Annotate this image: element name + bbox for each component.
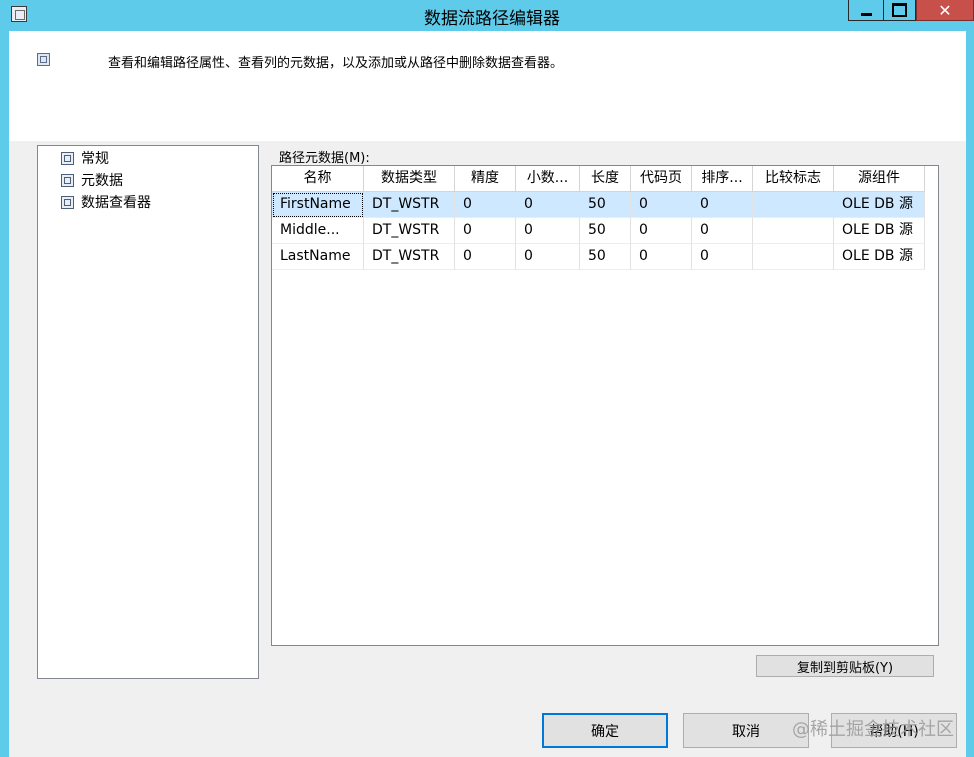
nav-item-label: 常规 — [81, 151, 109, 167]
table-row[interactable]: FirstName DT_WSTR 0 0 50 0 0 OLE DB 源 — [272, 192, 925, 218]
grid-cell[interactable]: OLE DB 源 — [834, 218, 925, 244]
column-header[interactable]: 数据类型 — [364, 166, 455, 192]
grid-cell[interactable]: 0 — [692, 244, 753, 270]
grid-cell[interactable]: 50 — [580, 218, 631, 244]
grid-cell[interactable]: 0 — [516, 244, 580, 270]
grid-caption: 路径元数据(M): — [279, 151, 370, 166]
grid-cell[interactable]: 0 — [631, 218, 692, 244]
title-bar[interactable]: 数据流路径编辑器 ✕ — [0, 0, 974, 31]
grid-cell[interactable]: 50 — [580, 192, 631, 218]
column-header[interactable]: 比较标志 — [753, 166, 834, 192]
cancel-button[interactable]: 取消 — [683, 713, 809, 748]
grid-cell[interactable]: 0 — [516, 192, 580, 218]
window-frame-left — [0, 0, 9, 757]
metadata-grid[interactable]: 名称 数据类型 精度 小数... 长度 代码页 排序... 比较标志 源组件 F… — [271, 165, 939, 646]
grid-cell[interactable]: 0 — [455, 192, 516, 218]
column-header[interactable]: 源组件 — [834, 166, 925, 192]
minimize-icon — [860, 12, 872, 16]
dialog-header: 查看和编辑路径属性、查看列的元数据，以及添加或从路径中删除数据查看器。 — [9, 31, 966, 141]
column-header[interactable]: 排序... — [692, 166, 753, 192]
grid-cell[interactable] — [753, 192, 834, 218]
column-header[interactable]: 精度 — [455, 166, 516, 192]
window-frame-right — [966, 0, 974, 757]
minimize-button[interactable] — [848, 0, 884, 21]
nav-item-label: 元数据 — [81, 173, 123, 189]
property-page-icon — [61, 151, 74, 165]
table-row[interactable]: LastName DT_WSTR 0 0 50 0 0 OLE DB 源 — [272, 244, 925, 270]
watermark: @稀土掘金技术社区 — [792, 719, 954, 740]
nav-item-general[interactable]: 常规 — [61, 148, 109, 168]
grid-header-row: 名称 数据类型 精度 小数... 长度 代码页 排序... 比较标志 源组件 — [272, 166, 925, 192]
grid-cell[interactable]: 0 — [692, 218, 753, 244]
dialog-description: 查看和编辑路径属性、查看列的元数据，以及添加或从路径中删除数据查看器。 — [108, 56, 564, 71]
maximize-button[interactable] — [883, 0, 916, 21]
property-page-icon — [61, 195, 74, 209]
column-header[interactable]: 长度 — [580, 166, 631, 192]
nav-item-metadata[interactable]: 元数据 — [61, 170, 123, 190]
grid-cell[interactable]: 0 — [455, 244, 516, 270]
grid-cell[interactable]: 0 — [631, 192, 692, 218]
nav-item-label: 数据查看器 — [81, 195, 151, 211]
grid-cell[interactable]: OLE DB 源 — [834, 244, 925, 270]
column-header[interactable]: 代码页 — [631, 166, 692, 192]
grid-cell[interactable]: 0 — [631, 244, 692, 270]
ok-button[interactable]: 确定 — [542, 713, 668, 748]
grid-cell[interactable]: 0 — [455, 218, 516, 244]
navigation-tree: 常规 元数据 数据查看器 — [37, 145, 259, 679]
column-header[interactable]: 名称 — [272, 166, 364, 192]
window-title: 数据流路径编辑器 — [424, 9, 560, 29]
grid-cell[interactable] — [753, 244, 834, 270]
property-page-icon — [61, 173, 74, 187]
grid-cell[interactable]: Middle... — [272, 218, 364, 244]
maximize-icon — [892, 3, 907, 17]
close-icon: ✕ — [938, 0, 952, 20]
grid-cell[interactable]: OLE DB 源 — [834, 192, 925, 218]
dialog-icon — [37, 53, 50, 66]
copy-to-clipboard-button[interactable]: 复制到剪贴板(Y) — [756, 655, 934, 677]
dialog-body: 查看和编辑路径属性、查看列的元数据，以及添加或从路径中删除数据查看器。 常规 元… — [9, 31, 966, 757]
grid-cell[interactable]: LastName — [272, 244, 364, 270]
grid-cell[interactable]: DT_WSTR — [364, 244, 455, 270]
grid-cell[interactable]: FirstName — [272, 192, 364, 218]
nav-item-data-viewers[interactable]: 数据查看器 — [61, 192, 151, 212]
close-button[interactable]: ✕ — [916, 0, 974, 21]
grid-cell[interactable] — [753, 218, 834, 244]
column-header[interactable]: 小数... — [516, 166, 580, 192]
grid-cell[interactable]: DT_WSTR — [364, 192, 455, 218]
table-row[interactable]: Middle... DT_WSTR 0 0 50 0 0 OLE DB 源 — [272, 218, 925, 244]
grid-cell[interactable]: DT_WSTR — [364, 218, 455, 244]
grid-cell[interactable]: 0 — [516, 218, 580, 244]
grid-cell[interactable]: 50 — [580, 244, 631, 270]
grid-cell[interactable]: 0 — [692, 192, 753, 218]
